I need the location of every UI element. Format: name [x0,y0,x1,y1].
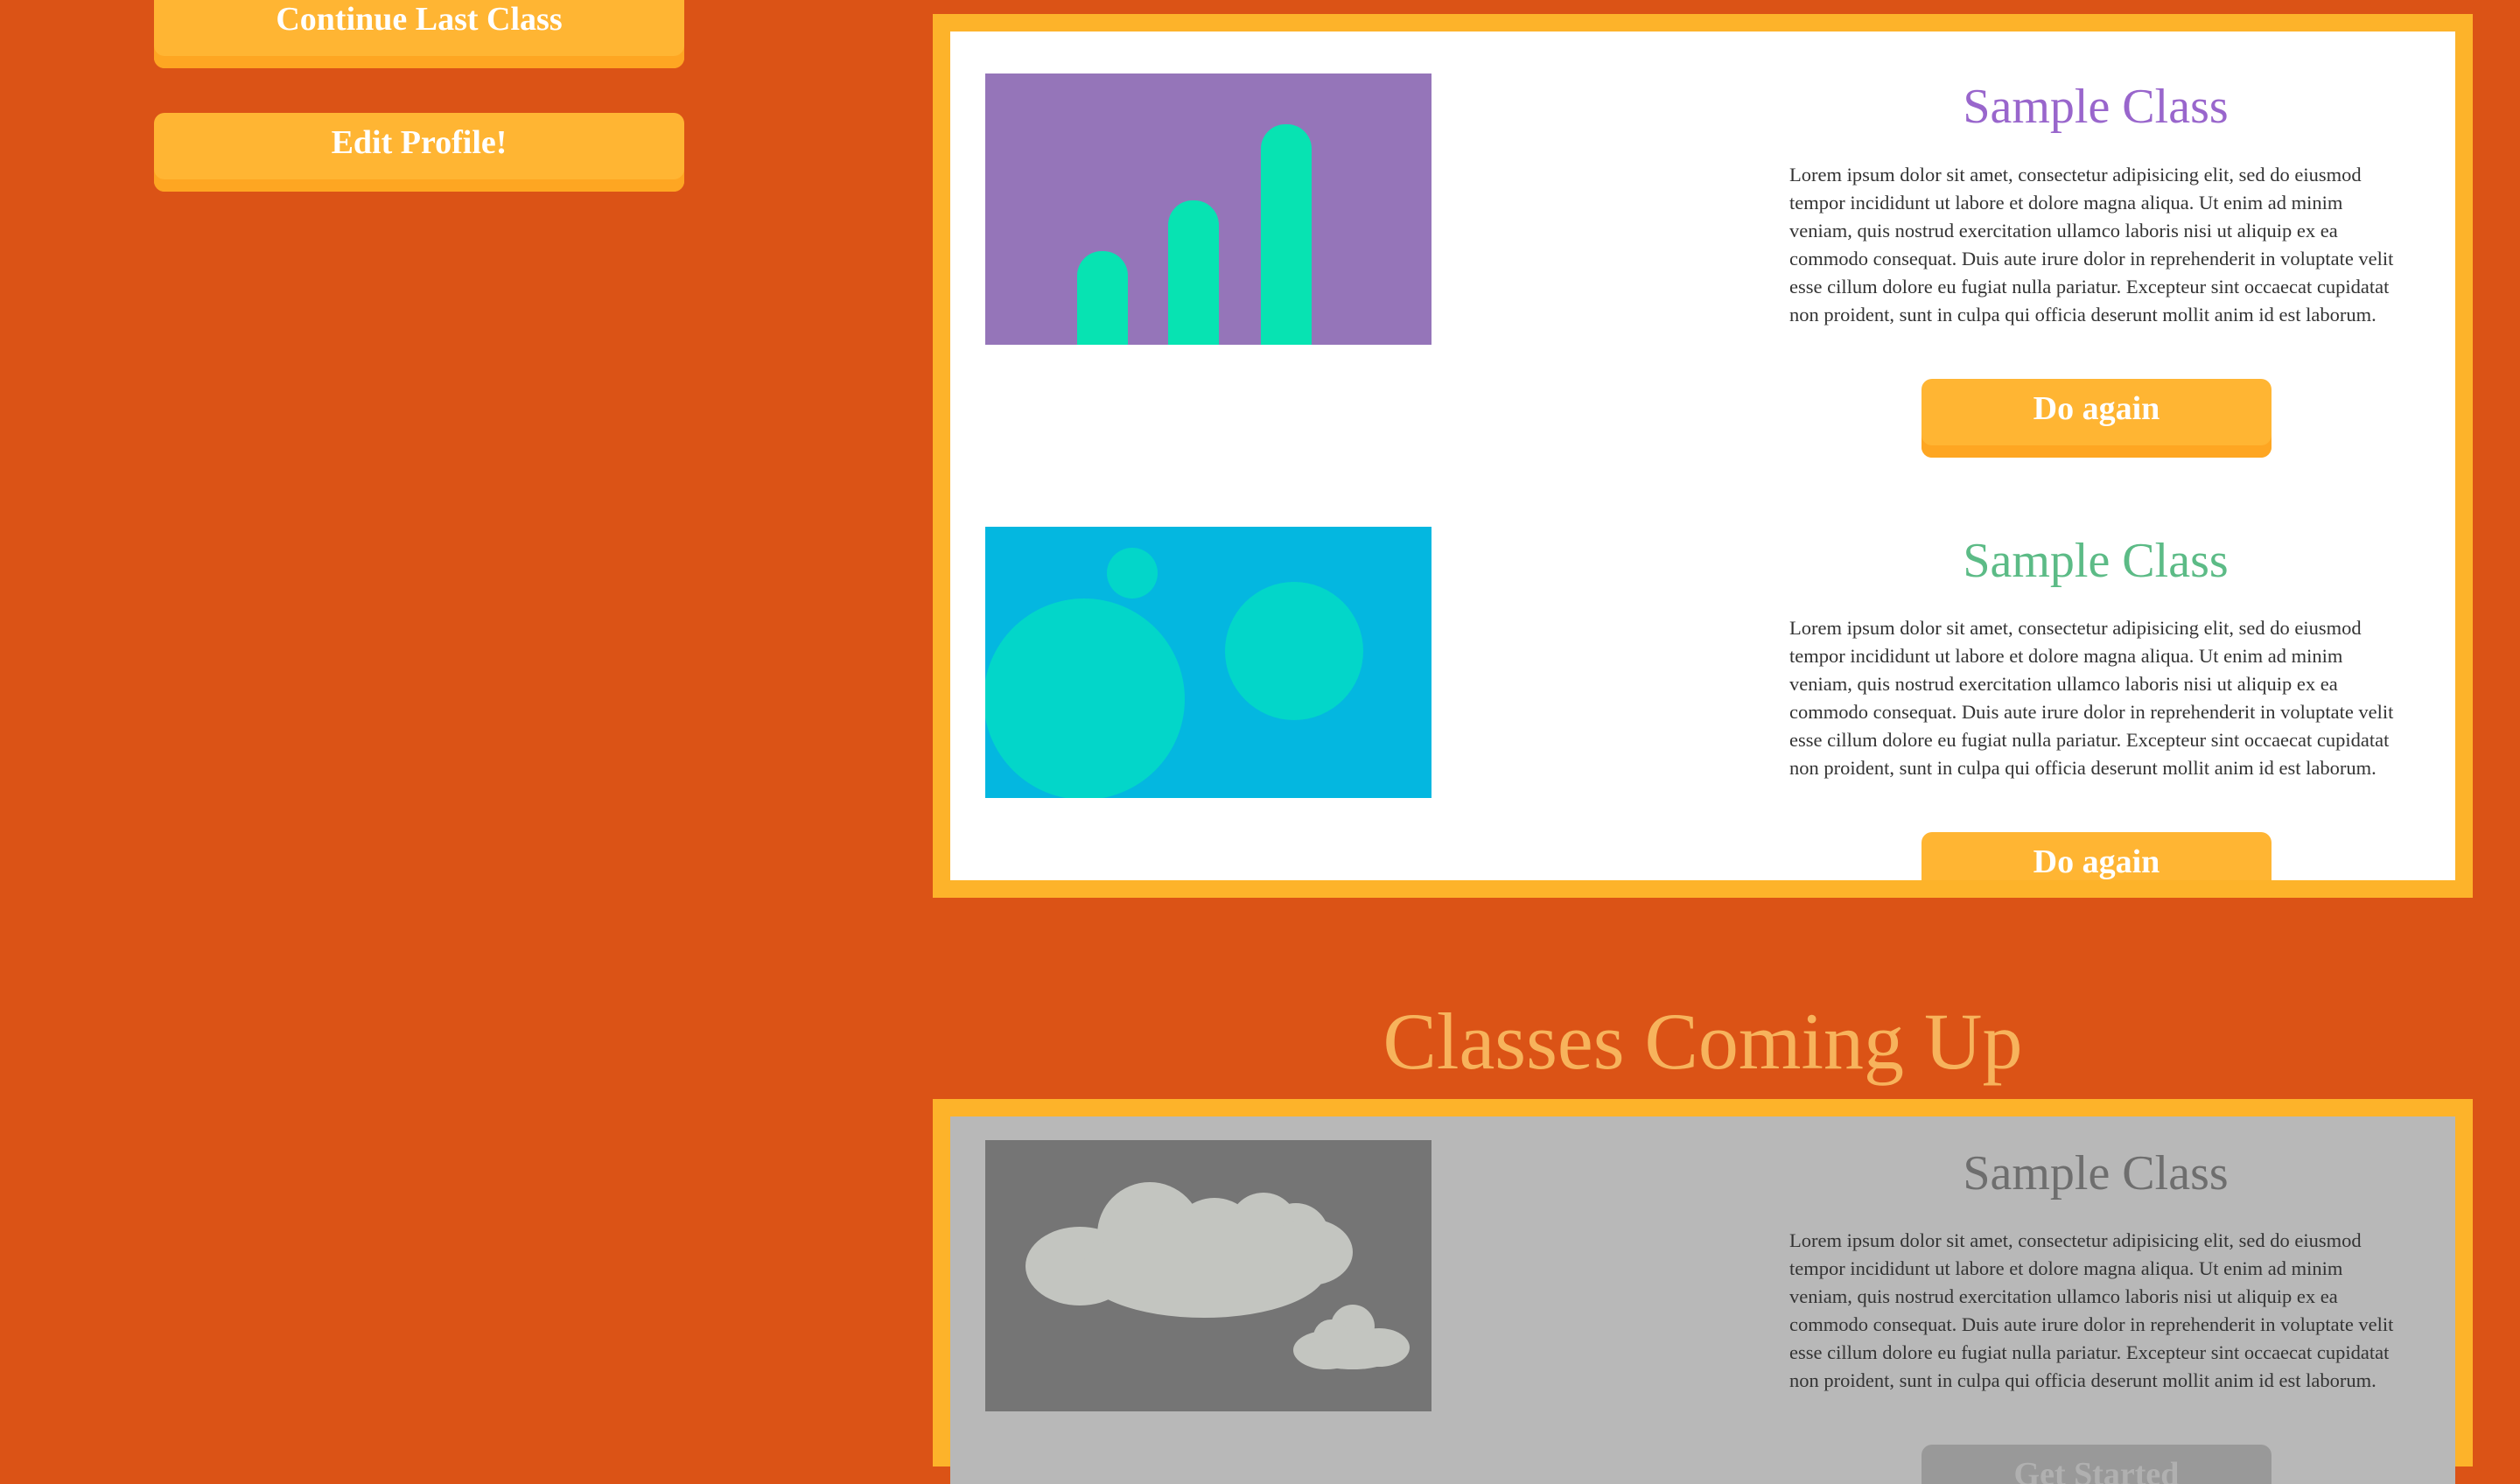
bubbles-icon [985,548,1363,798]
class-title: Sample Class [1963,534,2229,588]
bar-chart-icon [1077,124,1312,345]
class-description: Lorem ipsum dolor sit amet, consectetur … [1789,1229,2394,1391]
completed-classes-panel: Sample Class Lorem ipsum dolor sit amet,… [933,14,2473,898]
do-again-button[interactable]: Do again [1922,832,2272,880]
class-title: Sample Class [1963,80,2229,134]
do-again-button[interactable]: Do again [1922,379,2272,458]
completed-classes-list: Sample Class Lorem ipsum dolor sit amet,… [950,32,2455,880]
upcoming-classes-panel: Sample Class Lorem ipsum dolor sit amet,… [933,1099,2473,1484]
get-started-button[interactable]: Get Started [1922,1445,2272,1484]
continue-last-class-button[interactable]: Continue Last Class [154,0,684,68]
upcoming-classes-list: Sample Class Lorem ipsum dolor sit amet,… [950,1116,2455,1484]
class-description: Lorem ipsum dolor sit amet, consectetur … [1789,164,2394,326]
class-title: Sample Class [1963,1146,2229,1200]
class-description: Lorem ipsum dolor sit amet, consectetur … [1789,617,2394,779]
clouds-icon [1026,1182,1410,1369]
class-image [985,1140,1432,1411]
class-image [985,527,1432,798]
classes-coming-up-heading: Classes Coming Up [1382,997,2023,1086]
edit-profile-button[interactable]: Edit Profile! [154,113,684,192]
class-image [985,74,1432,345]
